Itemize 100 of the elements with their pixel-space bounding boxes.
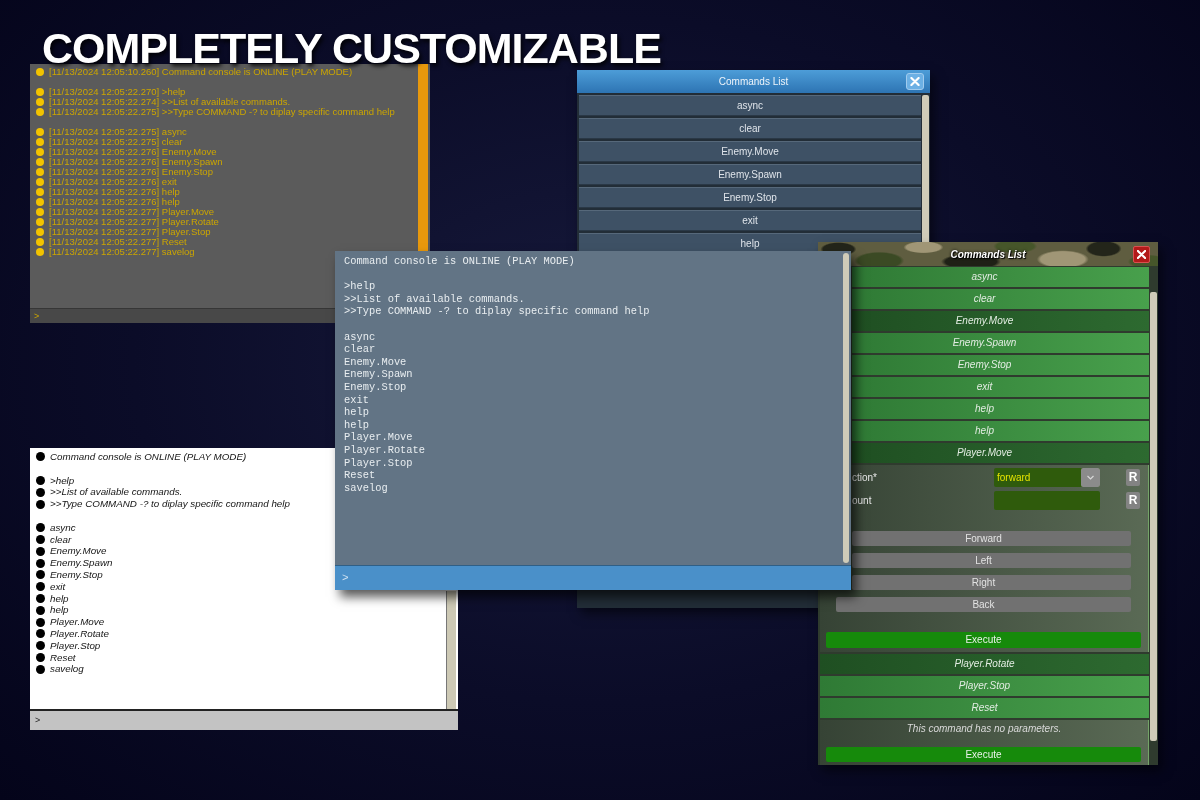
dot-icon: [36, 487, 45, 497]
log-line: Enemy.Spawn: [344, 368, 413, 381]
scrollbar[interactable]: [843, 253, 849, 563]
execute-button[interactable]: Execute: [826, 747, 1141, 762]
log-line: >help: [344, 280, 376, 293]
log-line: [11/13/2024 12:05:22.276] Enemy.Stop: [49, 167, 213, 177]
command-item[interactable]: clear: [852, 289, 1149, 309]
log-line: [11/13/2024 12:05:22.276] exit: [49, 177, 177, 187]
dot-icon: [36, 138, 44, 146]
headline: COMPLETELY CUSTOMIZABLE: [42, 30, 661, 66]
log-line: clear: [344, 343, 376, 356]
dot-icon: [36, 208, 44, 216]
command-item[interactable]: Player.Move: [852, 443, 1149, 463]
log-line: Enemy.Stop: [344, 380, 407, 394]
dot-icon: [36, 523, 45, 533]
command-item[interactable]: exit: [852, 377, 1149, 397]
input-field[interactable]: [994, 491, 1100, 510]
log-line: >>Type COMMAND -? to diplay specific command help: [344, 305, 650, 318]
log-line: Player.Move: [344, 431, 413, 444]
command-item[interactable]: Reset: [820, 698, 1149, 718]
dot-icon: [36, 452, 45, 462]
command-input[interactable]: >: [335, 565, 851, 590]
dropdown-field[interactable]: forward: [994, 468, 1100, 487]
dot-icon: [36, 178, 44, 186]
close-icon: [1137, 250, 1146, 259]
dot-icon: [36, 664, 45, 674]
execute-button[interactable]: Execute: [826, 632, 1141, 648]
dot-icon: [36, 248, 44, 256]
log-line: [11/13/2024 12:05:22.277] Reset: [49, 237, 187, 247]
scrollbar[interactable]: [446, 591, 456, 709]
scrollbar[interactable]: [1150, 292, 1157, 741]
log-line: Enemy.Move: [344, 355, 407, 369]
command-item[interactable]: Player.Rotate: [820, 654, 1149, 674]
dot-icon: [36, 605, 45, 615]
scrollbar[interactable]: [418, 64, 428, 251]
dot-icon: [36, 158, 44, 166]
dot-icon: [36, 570, 45, 580]
log-line: async: [50, 521, 76, 534]
log-line: Player.Stop: [344, 456, 413, 470]
option-button[interactable]: Right: [852, 575, 1131, 590]
log-line: [11/13/2024 12:05:22.275] clear: [49, 137, 183, 147]
log-line: exit: [50, 580, 66, 593]
command-item[interactable]: Enemy.Spawn: [852, 333, 1149, 353]
command-input[interactable]: >: [30, 308, 335, 323]
scrollbar[interactable]: [922, 95, 929, 242]
option-button[interactable]: Left: [852, 553, 1131, 568]
close-button[interactable]: [1133, 246, 1150, 263]
log-line: help: [344, 406, 369, 419]
command-item[interactable]: help: [852, 399, 1149, 419]
log-line: async: [344, 330, 376, 344]
chevron-down-icon: [1081, 468, 1100, 487]
close-icon: [910, 77, 920, 86]
reset-button[interactable]: R: [1126, 469, 1140, 486]
command-item[interactable]: Enemy.Stop: [852, 355, 1149, 375]
command-item[interactable]: Player.Stop: [820, 676, 1149, 696]
dot-icon: [36, 546, 45, 556]
log-line: Reset: [50, 651, 76, 664]
command-item[interactable]: async: [579, 95, 921, 116]
log-line: Enemy.Move: [50, 545, 107, 558]
log-line: >help: [50, 474, 75, 487]
dot-icon: [36, 499, 45, 509]
log-line: [11/13/2024 12:05:22.277] savelog: [49, 247, 195, 257]
command-item[interactable]: clear: [579, 118, 921, 139]
dot-icon: [36, 593, 45, 603]
command-item[interactable]: exit: [579, 210, 921, 231]
log-line: Enemy.Spawn: [50, 557, 113, 569]
dot-icon: [36, 168, 44, 176]
log-line: [11/13/2024 12:05:22.277] Player.Stop: [49, 227, 211, 237]
log-line: Reset: [344, 469, 376, 482]
option-button[interactable]: Forward: [852, 531, 1131, 546]
dot-icon: [36, 534, 45, 544]
log-line: [11/13/2024 12:05:22.275] >>Type COMMAND -? to diplay specific command help: [49, 107, 395, 117]
command-item[interactable]: help: [852, 421, 1149, 441]
log-line: [11/13/2024 12:05:22.277] Player.Move: [49, 207, 215, 217]
dot-icon: [36, 88, 44, 96]
command-item[interactable]: async: [852, 267, 1149, 287]
dot-icon: [36, 198, 44, 206]
log-line: exit: [344, 393, 369, 407]
reset-button[interactable]: R: [1126, 492, 1140, 509]
command-item[interactable]: Enemy.Move: [579, 141, 921, 162]
dot-icon: [36, 188, 44, 196]
log-line: help: [50, 604, 69, 617]
command-input[interactable]: >: [30, 709, 458, 730]
dot-icon: [36, 617, 45, 627]
log-line: Command console is ONLINE (PLAY MODE): [50, 451, 247, 463]
log-line: savelog: [344, 481, 388, 495]
log-line: [11/13/2024 12:05:10.260] Command console is ONLINE (PLAY MODE): [49, 67, 353, 77]
dot-icon: [36, 582, 45, 592]
option-button[interactable]: Back: [836, 597, 1131, 612]
log-line: [11/13/2024 12:05:22.275] async: [49, 127, 187, 137]
log-line: help: [50, 592, 69, 605]
log-line: [11/13/2024 12:05:22.277] Player.Rotate: [49, 217, 219, 227]
command-item[interactable]: Enemy.Move: [852, 311, 1149, 331]
dot-icon: [36, 68, 44, 76]
command-item[interactable]: Enemy.Stop: [579, 187, 921, 208]
dot-icon: [36, 629, 45, 639]
dot-icon: [36, 558, 45, 568]
log-line: [11/13/2024 12:05:22.276] Enemy.Spawn: [49, 157, 223, 167]
window-title: Commands List: [950, 248, 1026, 260]
command-item[interactable]: Enemy.Spawn: [579, 164, 921, 185]
